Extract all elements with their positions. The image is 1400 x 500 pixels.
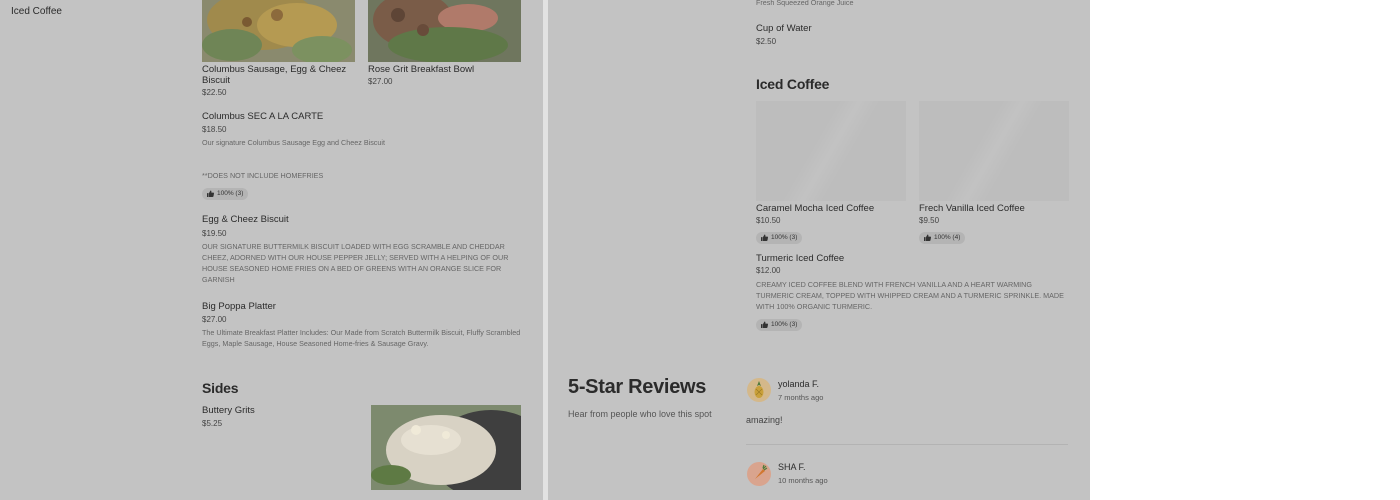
- item-price: $18.50: [202, 125, 227, 134]
- reviewer-name: yolanda F.: [778, 379, 820, 389]
- pineapple-icon: [754, 381, 764, 398]
- item-description: **DOES NOT INCLUDE HOMEFRIES: [202, 171, 324, 180]
- rose-grit-bowl-image[interactable]: [368, 0, 521, 62]
- thumbs-up-icon: [761, 321, 768, 328]
- item-description: Our signature Columbus Sausage Egg and C…: [202, 138, 385, 147]
- blank-right-area: [1090, 0, 1400, 500]
- review-time: 10 months ago: [778, 476, 828, 485]
- section-heading-sides: Sides: [202, 380, 239, 396]
- menu-pane-left: Columbus Sausage, Egg & Cheez Biscuit $2…: [190, 0, 543, 500]
- menu-pane-right: Fresh Squeezed Orange Juice Cup of Water…: [548, 0, 1090, 500]
- reviews-subheading: Hear from people who love this spot: [568, 409, 712, 419]
- review-text: amazing!: [746, 415, 783, 425]
- item-price: $12.00: [756, 266, 781, 275]
- rating-badge: 100% (3): [756, 315, 803, 333]
- item-description: CREAMY ICED COFFEE BLEND WITH FRENCH VAN…: [756, 280, 1064, 311]
- item-title[interactable]: Big Poppa Platter: [202, 301, 276, 312]
- item-price: $9.50: [919, 216, 940, 225]
- rating-badge: 100% (3): [756, 228, 803, 246]
- reviews-heading: 5-Star Reviews: [568, 376, 707, 398]
- item-price: $27.00: [368, 77, 393, 86]
- item-price: $22.50: [202, 88, 227, 97]
- item-price: $19.50: [202, 229, 227, 238]
- rating-text: 100% (4): [934, 234, 961, 241]
- avatar: [747, 462, 771, 486]
- item-title[interactable]: Buttery Grits: [202, 405, 255, 416]
- buttery-grits-image[interactable]: [371, 405, 521, 490]
- rating-badge: 100% (3): [202, 184, 249, 202]
- item-title[interactable]: Caramel Mocha Iced Coffee: [756, 203, 874, 214]
- item-price: $2.50: [756, 37, 777, 46]
- item-title[interactable]: Egg & Cheez Biscuit: [202, 214, 289, 225]
- item-price: $10.50: [756, 216, 781, 225]
- item-price: $27.00: [202, 315, 227, 324]
- reviewer-name: SHA F.: [778, 462, 806, 472]
- rating-text: 100% (3): [771, 234, 798, 241]
- item-title[interactable]: Rose Grit Breakfast Bowl: [368, 64, 474, 75]
- item-description: The Ultimate Breakfast Platter Includes:…: [202, 328, 521, 348]
- section-heading-iced-coffee: Iced Coffee: [756, 76, 830, 92]
- rating-text: 100% (3): [771, 321, 798, 328]
- thumbs-up-icon: [207, 190, 214, 197]
- rating-text: 100% (3): [217, 190, 244, 197]
- thumbs-up-icon: [924, 234, 931, 241]
- item-title[interactable]: Cup of Water: [756, 23, 812, 34]
- carrot-icon: [755, 464, 768, 479]
- caramel-mocha-image-placeholder[interactable]: [756, 101, 906, 201]
- item-title[interactable]: Columbus SEC A LA CARTE: [202, 111, 323, 122]
- item-price: $5.25: [202, 419, 223, 428]
- item-title[interactable]: Turmeric Iced Coffee: [756, 253, 844, 264]
- review-divider: [746, 444, 1068, 445]
- item-description: OUR SIGNATURE BUTTERMILK BISCUIT LOADED …: [202, 242, 509, 284]
- item-title[interactable]: Frech Vanilla Iced Coffee: [919, 203, 1025, 214]
- french-vanilla-image-placeholder[interactable]: [919, 101, 1069, 201]
- item-description: Fresh Squeezed Orange Juice: [756, 0, 854, 7]
- rating-badge: 100% (4): [919, 228, 966, 246]
- sausage-biscuit-image[interactable]: [202, 0, 355, 62]
- thumbs-up-icon: [761, 234, 768, 241]
- sidebar-item-iced-coffee[interactable]: Iced Coffee: [11, 6, 62, 17]
- item-title[interactable]: Columbus Sausage, Egg & Cheez Biscuit: [202, 64, 352, 86]
- review-time: 7 months ago: [778, 393, 824, 402]
- avatar: [747, 378, 771, 402]
- category-sidebar: Iced Coffee: [0, 0, 190, 500]
